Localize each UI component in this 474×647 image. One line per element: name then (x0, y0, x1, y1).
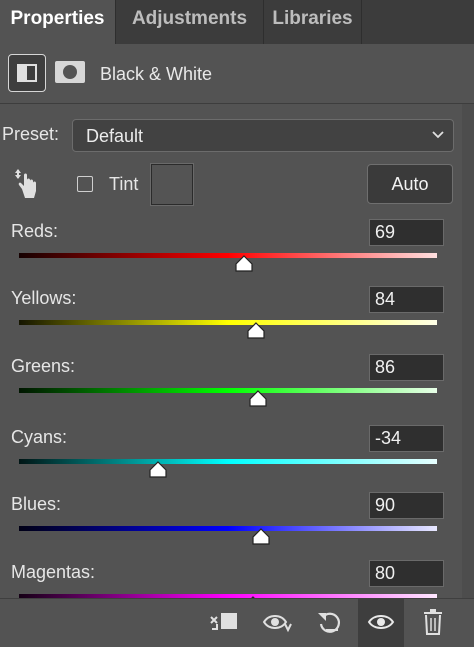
preset-label: Preset: (2, 124, 60, 144)
bottom-toolbar (0, 598, 474, 647)
adjustment-settings-button[interactable] (8, 54, 46, 92)
slider-value-input[interactable]: -34 (369, 425, 444, 452)
slider-thumb[interactable] (246, 322, 266, 340)
reset-icon[interactable] (315, 609, 345, 635)
slider-label: Yellows: (11, 288, 77, 308)
adjustment-header: Black & White (0, 44, 474, 104)
tab-libraries[interactable]: Libraries (264, 0, 362, 44)
tab-adjustments[interactable]: Adjustments (116, 0, 264, 44)
slider-track[interactable] (19, 526, 437, 531)
slider-label: Magentas: (11, 562, 96, 582)
slider-track[interactable] (19, 459, 437, 464)
layer-mask-icon (55, 61, 85, 83)
tint-color-swatch[interactable] (150, 163, 194, 206)
trash-icon[interactable] (418, 609, 448, 635)
slider-thumb[interactable] (148, 461, 168, 479)
slider-value-input[interactable]: 86 (369, 354, 444, 381)
slider-track[interactable] (19, 388, 437, 393)
clip-to-layer-icon[interactable] (208, 609, 238, 635)
panel-tabs: Properties Adjustments Libraries (0, 0, 474, 44)
adjustment-title: Black & White (100, 64, 213, 84)
tab-properties[interactable]: Properties (0, 0, 116, 44)
mask-button[interactable] (55, 59, 85, 85)
auto-button[interactable]: Auto (367, 164, 453, 204)
slider-label: Cyans: (11, 427, 68, 447)
visibility-eye-icon (367, 615, 395, 629)
slider-thumb[interactable] (248, 390, 268, 408)
slider-thumb[interactable] (234, 255, 254, 273)
slider-label: Greens: (11, 356, 76, 376)
black-white-adjustment-icon (17, 64, 37, 82)
preset-dropdown[interactable]: Default (72, 119, 454, 152)
preset-value: Default (86, 126, 144, 146)
toggle-visibility-button[interactable] (358, 599, 404, 647)
slider-label: Blues: (11, 494, 62, 514)
slider-track[interactable] (19, 253, 437, 258)
slider-value-input[interactable]: 84 (369, 286, 444, 313)
targeted-adjustment-hand-icon[interactable] (14, 168, 44, 200)
view-previous-state-icon[interactable] (262, 609, 292, 635)
slider-value-input[interactable]: 80 (369, 560, 444, 587)
tint-checkbox[interactable] (77, 176, 93, 192)
slider-thumb[interactable] (251, 528, 271, 546)
slider-label: Reds: (11, 221, 59, 241)
slider-value-input[interactable]: 69 (369, 219, 444, 246)
slider-track[interactable] (19, 320, 437, 325)
chevron-down-icon (432, 131, 444, 139)
slider-value-input[interactable]: 90 (369, 492, 444, 519)
tint-label: Tint (109, 174, 139, 194)
panel-scrollbar[interactable] (462, 104, 474, 598)
